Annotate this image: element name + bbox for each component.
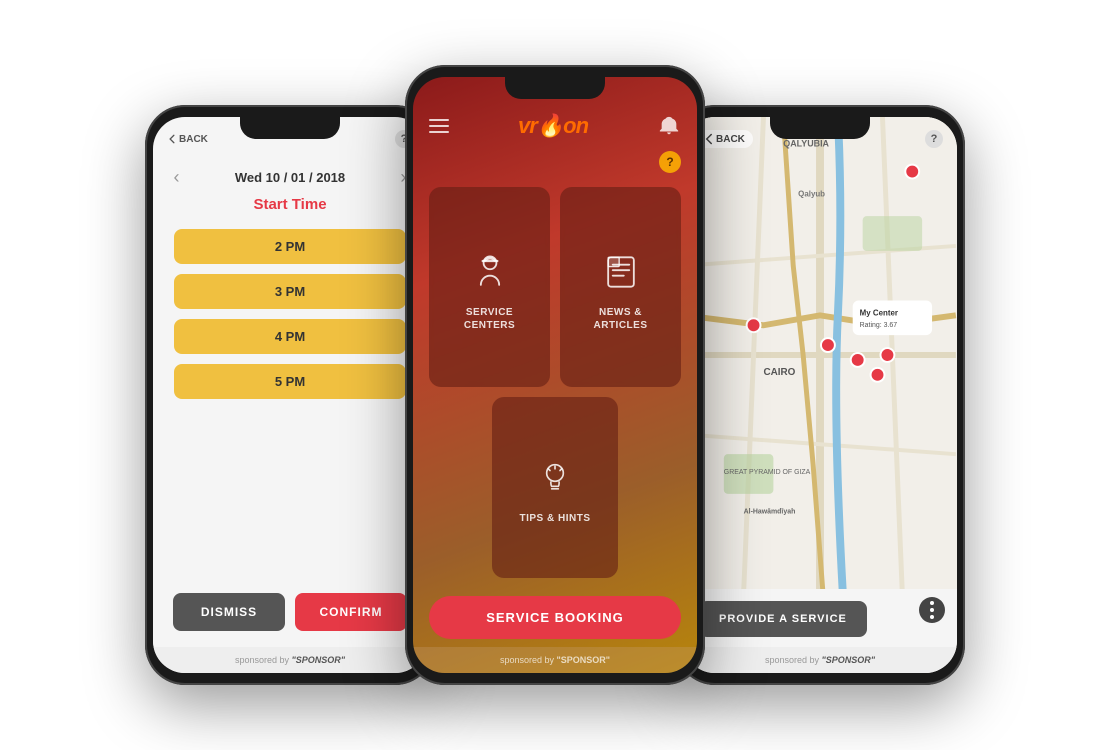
time-slot-5pm[interactable]: 5 PM <box>174 364 407 399</box>
back-label-1: BACK <box>179 134 208 145</box>
time-slot-2pm[interactable]: 2 PM <box>174 229 407 264</box>
action-buttons: DISMISS CONFIRM <box>153 577 427 647</box>
phone-1: BACK ? ‹ Wed 10 / 01 / 2018 › Start Time… <box>145 105 435 685</box>
menu-item-tips-hints[interactable]: TIPS & HINTS <box>492 397 618 578</box>
sponsored-label-3: sponsored by <box>765 655 819 665</box>
prev-date-arrow[interactable]: ‹ <box>174 167 180 188</box>
phone-1-screen: BACK ? ‹ Wed 10 / 01 / 2018 › Start Time… <box>153 117 427 673</box>
sponsor-name-3: "SPONSOR" <box>822 655 876 665</box>
dot-2 <box>930 608 934 612</box>
time-slot-4pm[interactable]: 4 PM <box>174 319 407 354</box>
help-button-3[interactable]: ? <box>925 130 943 148</box>
service-centers-icon <box>466 248 514 296</box>
help-circle-icon[interactable]: ? <box>659 151 681 173</box>
menu-item-news-articles[interactable]: NEWS &ARTICLES <box>560 187 681 387</box>
hamburger-line-1 <box>429 119 449 121</box>
confirm-button[interactable]: CONFIRM <box>295 593 407 631</box>
map-area: QALYUBIA Qalyub CAIRO Al-Hawāmdīyah GREA… <box>683 117 957 593</box>
svg-text:GREAT PYRAMID OF GIZA: GREAT PYRAMID OF GIZA <box>724 469 811 476</box>
time-slots-list: 2 PM 3 PM 4 PM 5 PM <box>174 229 407 399</box>
tips-hints-icon <box>531 454 579 502</box>
app-name-prefix: vr <box>518 113 537 138</box>
news-articles-icon <box>597 248 645 296</box>
bell-icon[interactable] <box>657 114 681 138</box>
sponsored-label-1: sponsored by <box>235 655 289 665</box>
news-articles-label: NEWS &ARTICLES <box>594 306 648 332</box>
tips-hints-label: TIPS & HINTS <box>519 512 590 525</box>
hamburger-line-3 <box>429 131 449 133</box>
notch-1 <box>240 117 340 139</box>
hamburger-line-2 <box>429 125 449 127</box>
back-label-3: BACK <box>716 134 745 145</box>
app-name-suffix: on <box>563 113 588 138</box>
menu-item-service-centers[interactable]: SERVICECENTERS <box>429 187 550 387</box>
svg-text:My Center: My Center <box>860 308 898 317</box>
dot-3 <box>930 615 934 619</box>
hamburger-menu-icon[interactable] <box>429 119 449 133</box>
back-button-1[interactable]: BACK <box>167 134 208 145</box>
sponsor-bar-3: sponsored by "SPONSOR" <box>683 647 957 673</box>
screen1-bottom: DISMISS CONFIRM sponsored by "SPONSOR" <box>153 577 427 673</box>
map-svg: QALYUBIA Qalyub CAIRO Al-Hawāmdīyah GREA… <box>683 117 957 593</box>
svg-text:Qalyub: Qalyub <box>798 189 825 198</box>
back-button-3[interactable]: BACK <box>697 130 753 148</box>
screen-main-menu: vr🔥on ? <box>413 77 697 673</box>
sponsored-label-2: sponsored by <box>500 655 554 665</box>
date-navigator: ‹ Wed 10 / 01 / 2018 › <box>174 167 407 188</box>
svg-text:Rating: 3.67: Rating: 3.67 <box>860 322 898 329</box>
phones-container: BACK ? ‹ Wed 10 / 01 / 2018 › Start Time… <box>145 65 965 685</box>
notch-3 <box>770 117 870 139</box>
dot-1 <box>930 601 934 605</box>
svg-text:Al-Hawāmdīyah: Al-Hawāmdīyah <box>744 509 796 516</box>
dismiss-button[interactable]: DISMISS <box>173 593 285 631</box>
app-logo: vr🔥on <box>518 113 588 139</box>
sponsor-name-2: "SPONSOR" <box>557 655 611 665</box>
phone-2: vr🔥on ? <box>405 65 705 685</box>
service-booking-button[interactable]: SERVICE BOOKING <box>429 596 681 639</box>
screen-map: QALYUBIA Qalyub CAIRO Al-Hawāmdīyah GREA… <box>683 117 957 673</box>
sponsor-bar-2: sponsored by "SPONSOR" <box>413 647 697 673</box>
phone-2-screen: vr🔥on ? <box>413 77 697 673</box>
sponsor-bar-1: sponsored by "SPONSOR" <box>153 647 427 673</box>
time-slot-3pm[interactable]: 3 PM <box>174 274 407 309</box>
start-time-label: Start Time <box>253 196 326 213</box>
service-centers-label: SERVICECENTERS <box>464 306 515 332</box>
screen3-bottom: PROVIDE A SERVICE sponsored by "SPONSOR" <box>683 589 957 673</box>
date-display: Wed 10 / 01 / 2018 <box>235 170 345 185</box>
notch-2 <box>505 77 605 99</box>
screen-time-picker: BACK ? ‹ Wed 10 / 01 / 2018 › Start Time… <box>153 117 427 673</box>
svg-text:CAIRO: CAIRO <box>763 367 795 378</box>
menu-grid: SERVICECENTERS <box>413 177 697 588</box>
phone-3-screen: QALYUBIA Qalyub CAIRO Al-Hawāmdīyah GREA… <box>683 117 957 673</box>
phone-3: QALYUBIA Qalyub CAIRO Al-Hawāmdīyah GREA… <box>675 105 965 685</box>
sponsor-name-1: "SPONSOR" <box>292 655 346 665</box>
provide-service-button[interactable]: PROVIDE A SERVICE <box>699 601 867 637</box>
menu-dots-icon[interactable] <box>919 597 945 623</box>
app-logo-flame: 🔥 <box>537 113 563 138</box>
help-section: ? <box>413 147 697 177</box>
